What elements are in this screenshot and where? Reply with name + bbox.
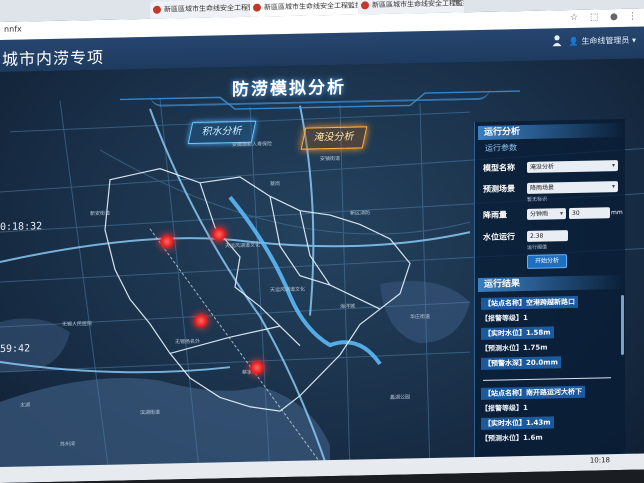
scenario-label: 模型名称 xyxy=(483,163,515,173)
water-level-label: 水位运行 xyxy=(483,232,515,242)
result-alarm-level: 【报警等级】1 xyxy=(481,313,528,323)
results-scrollbar[interactable] xyxy=(621,294,624,355)
river xyxy=(228,195,382,366)
map-place-label: 华庄街道 xyxy=(410,313,431,321)
analysis-panel: 运行分析 运行参数 模型名称 淹没分析 ▾ 预测场景 降雨场景 ▾ 暂无标识 降… xyxy=(474,118,625,474)
chevron-down-icon: ▾ xyxy=(611,162,615,170)
favicon-icon xyxy=(153,5,161,14)
results-header: 运行结果 xyxy=(478,274,624,292)
forecast-select[interactable]: 降雨场景 ▾ xyxy=(527,181,618,194)
forecast-tip: 暂无标识 xyxy=(527,196,548,203)
tab-label: 新區區域市生命线安全工程監控 xyxy=(164,3,260,14)
start-analysis-button[interactable]: 开始分析 xyxy=(527,254,567,269)
rainfall-type-select[interactable]: 分钟雨 ▾ xyxy=(527,208,566,220)
result-station: 【站点名称】南开路运河大桥下 xyxy=(481,385,585,400)
tab-label: 新區區城市生命线安全工程監控 xyxy=(264,1,362,12)
map-place-label: 安徽旗影人寿保险 xyxy=(232,141,273,149)
map-place-label: 无锡扬名外 xyxy=(175,338,201,346)
result-forecast-level: 【预测水位】1.75m xyxy=(481,343,548,353)
map-place-label: 太湖 xyxy=(20,402,31,409)
rainfall-unit: mm xyxy=(611,208,623,217)
user-icon[interactable] xyxy=(552,34,562,47)
tab-label: 新區區城市生命线安全工程監控 xyxy=(372,0,464,10)
chevron-down-icon: ▾ xyxy=(611,183,615,191)
map-place-label: 安镇街道 xyxy=(320,155,341,163)
map-view[interactable]: 防涝模拟分析 积水分析 淹没分析 0:18:32 59:42 安徽旗影人寿保险 … xyxy=(0,58,644,483)
water-level-tip: 运行阈值 xyxy=(527,244,548,251)
run-params-subtitle: 运行参数 xyxy=(485,143,517,153)
result-station: 【站点名称】空港跨越新路口 xyxy=(481,295,578,310)
result-warning-depth: 【预警水深】20.0mm xyxy=(481,356,561,370)
menu-icon[interactable]: ⋮ xyxy=(628,12,637,22)
district-boundary xyxy=(104,168,411,412)
map-place-label: 无锡人民医院 xyxy=(62,321,93,328)
map-place-label: 蠡湖公园 xyxy=(390,394,411,401)
monitor-screen: 新區區域市生命线安全工程監控 × 新區區城市生命线安全工程監控 × 新區區城市生… xyxy=(0,0,644,483)
map-place-label: 苏州湾 xyxy=(60,441,76,448)
app-title: 城市内涝专项 xyxy=(2,47,105,69)
map-place-label: 新安街道 xyxy=(90,210,111,218)
map-place-label: 海洋城 xyxy=(340,303,356,310)
result-actual-level: 【实时水位】1.58m xyxy=(481,326,554,340)
extension-icon[interactable]: ⬚ xyxy=(590,12,599,22)
map-place-label: 新区消防 xyxy=(350,210,371,217)
favicon-icon xyxy=(253,3,261,12)
scenario-select[interactable]: 淹没分析 ▾ xyxy=(527,160,618,173)
rainfall-label: 降雨量 xyxy=(483,210,507,220)
map-place-label: 滨湖街道 xyxy=(140,409,161,417)
forecast-label: 预测场景 xyxy=(483,184,515,194)
profile-icon[interactable]: ● xyxy=(610,12,618,22)
water-level-input[interactable]: 2.38 xyxy=(527,230,568,242)
address-text: nnfx xyxy=(4,24,22,34)
result-forecast-level: 【预测水位】1.6m xyxy=(481,433,543,443)
result-alarm-level: 【报警等级】1 xyxy=(481,403,528,413)
map-place-label: 天运风湖道文化 xyxy=(225,242,261,250)
map-place-label: 蔡岗 xyxy=(270,181,281,188)
submergence-analysis-button[interactable]: 淹没分析 xyxy=(300,126,368,150)
map-place-label: 天运风湖道文化 xyxy=(270,286,306,294)
rainfall-amount-input[interactable]: 30 xyxy=(569,207,610,220)
star-icon[interactable]: ☆ xyxy=(570,13,578,23)
new-tab-icon[interactable]: + xyxy=(452,0,461,8)
taskbar-clock: 10:18 xyxy=(589,456,610,465)
user-name[interactable]: 👤 生命线管理员 ▾ xyxy=(569,35,636,47)
time-readout: 59:42 xyxy=(0,343,31,355)
chevron-down-icon: ▾ xyxy=(559,210,563,218)
time-readout: 0:18:32 xyxy=(0,221,43,233)
results-divider xyxy=(483,377,611,381)
result-actual-level: 【实时水位】1.43m xyxy=(481,416,554,430)
favicon-icon xyxy=(361,1,369,10)
run-analysis-header: 运行分析 xyxy=(478,122,624,140)
